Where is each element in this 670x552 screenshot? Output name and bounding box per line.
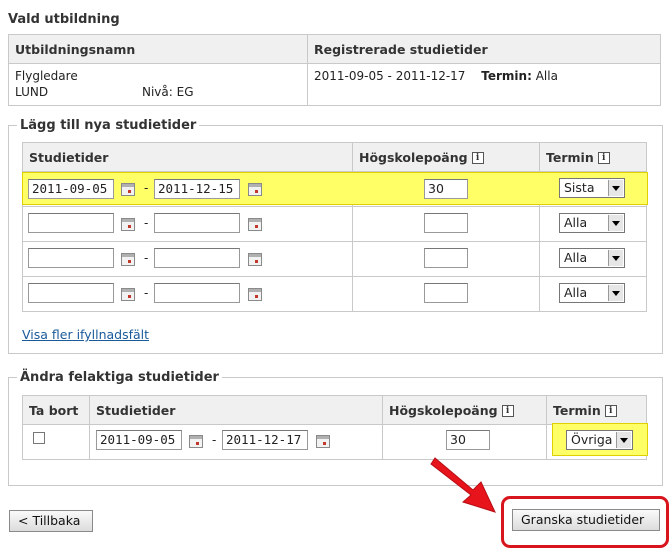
highlight-row	[22, 172, 648, 205]
from-date-input[interactable]	[28, 283, 114, 303]
selected-education-table: Utbildningsnamn Registrerade studietider…	[8, 34, 661, 106]
hp-input[interactable]	[424, 248, 468, 268]
calendar-icon[interactable]	[121, 218, 135, 231]
info-icon[interactable]: i	[597, 152, 610, 164]
date-separator: -	[144, 251, 149, 265]
to-date-input[interactable]: 2011-12-15	[154, 179, 240, 199]
column-header-hp: Högskolepoäng i	[352, 142, 540, 172]
calendar-icon[interactable]	[189, 435, 203, 448]
column-header-education-name: Utbildningsnamn	[8, 34, 308, 64]
date-separator: -	[144, 286, 149, 300]
term-select[interactable]: Alla	[559, 283, 625, 303]
term-select[interactable]: Övriga	[566, 430, 633, 450]
column-header-hp: Högskolepoäng i	[382, 395, 547, 425]
column-header-studietider: Studietider	[22, 142, 353, 172]
hp-input[interactable]: 30	[424, 179, 468, 199]
calendar-icon[interactable]	[316, 435, 330, 448]
selected-education-title: Vald utbildning	[8, 12, 120, 27]
registered-period: 2011-09-05 - 2011-12-17	[314, 69, 466, 83]
hp-input[interactable]: 30	[446, 430, 490, 450]
column-header-termin: Termin i	[539, 142, 647, 172]
to-date-input[interactable]: 2011-12-17	[222, 430, 308, 450]
term-select-value: Sista	[564, 180, 595, 195]
education-level: Nivå: EG	[142, 85, 194, 99]
column-header-studietider: Studietider	[89, 395, 383, 425]
change-wrong-legend: Ändra felaktiga studietider	[20, 370, 219, 385]
show-more-fields-link[interactable]: Visa fler ifyllnadsfält	[22, 327, 149, 342]
from-date-input[interactable]: 2011-09-05	[28, 179, 114, 199]
calendar-icon[interactable]	[121, 183, 135, 196]
term-label: Termin:	[481, 69, 532, 83]
chevron-down-icon	[608, 180, 623, 196]
term-select-value: Övriga	[571, 432, 613, 447]
back-button[interactable]: < Tillbaka	[9, 510, 93, 532]
education-name-cell: Flygledare LUND Nivå: EG	[8, 63, 308, 106]
chevron-down-icon	[608, 215, 623, 231]
education-location: LUND	[15, 85, 49, 99]
education-name: Flygledare	[15, 69, 78, 83]
calendar-icon[interactable]	[248, 218, 262, 231]
to-date-input[interactable]	[154, 213, 240, 233]
review-button[interactable]: Granska studietider	[512, 509, 660, 531]
hp-input[interactable]	[424, 283, 468, 303]
term-value: Alla	[535, 69, 558, 83]
column-header-termin: Termin i	[546, 395, 647, 425]
column-header-remove: Ta bort	[22, 395, 90, 425]
arrow-icon	[430, 457, 496, 513]
term-select-value: Alla	[564, 285, 588, 300]
chevron-down-icon	[616, 432, 631, 448]
calendar-icon[interactable]	[248, 288, 262, 301]
to-date-input[interactable]	[154, 283, 240, 303]
from-date-input[interactable]	[28, 213, 114, 233]
hp-input[interactable]	[424, 213, 468, 233]
info-icon[interactable]: i	[501, 405, 514, 417]
info-icon[interactable]: i	[471, 152, 484, 164]
add-new-table: Studietider Högskolepoäng i Termin i	[22, 142, 647, 312]
date-separator: -	[144, 181, 149, 195]
term-select[interactable]: Sista	[559, 178, 625, 198]
term-select[interactable]: Alla	[559, 248, 625, 268]
remove-checkbox[interactable]	[33, 432, 45, 444]
date-separator: -	[144, 216, 149, 230]
add-new-legend: Lägg till nya studietider	[20, 118, 197, 133]
chevron-down-icon	[608, 285, 623, 301]
date-separator: -	[212, 433, 217, 447]
from-date-input[interactable]: 2011-09-05	[96, 430, 182, 450]
column-header-registered-periods: Registrerade studietider	[307, 34, 661, 64]
info-icon[interactable]: i	[604, 405, 617, 417]
calendar-icon[interactable]	[121, 288, 135, 301]
from-date-input[interactable]	[28, 248, 114, 268]
chevron-down-icon	[608, 250, 623, 266]
to-date-input[interactable]	[154, 248, 240, 268]
calendar-icon[interactable]	[248, 183, 262, 196]
registered-period-cell: 2011-09-05 - 2011-12-17 Termin: Alla	[307, 63, 661, 106]
term-select-value: Alla	[564, 250, 588, 265]
term-select[interactable]: Alla	[559, 213, 625, 233]
calendar-icon[interactable]	[248, 253, 262, 266]
term-select-value: Alla	[564, 215, 588, 230]
calendar-icon[interactable]	[121, 253, 135, 266]
